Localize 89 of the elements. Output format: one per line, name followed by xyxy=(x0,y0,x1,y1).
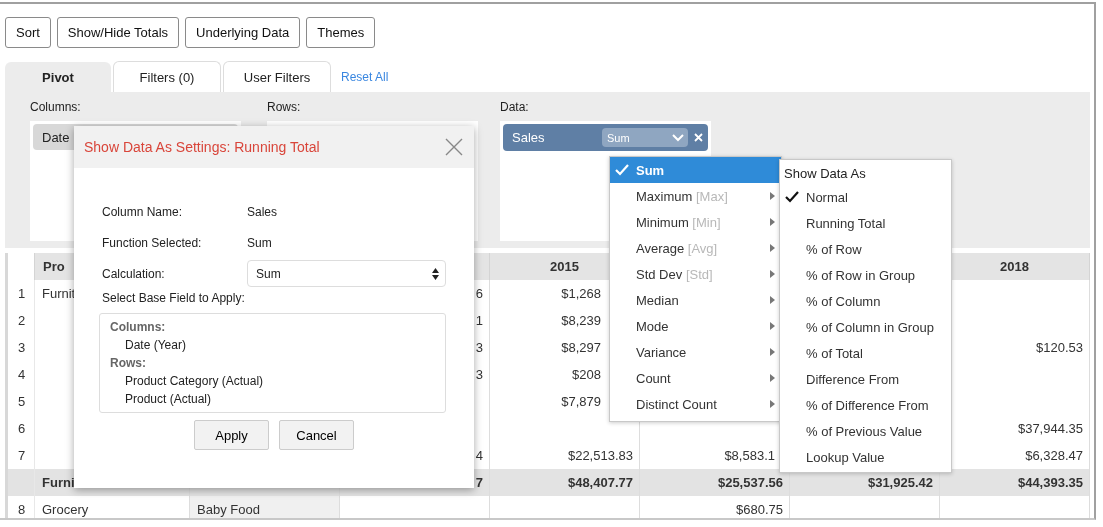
table-cell: $7,879 xyxy=(561,394,601,409)
chip-label: Sales xyxy=(512,130,546,145)
field-chip[interactable]: Sales Sum xyxy=(503,124,708,151)
menu-item[interactable]: % of Row in Group xyxy=(780,262,951,288)
table-cell: Furni xyxy=(42,475,75,490)
table-cell: Furnit xyxy=(42,286,76,301)
menu-item[interactable]: Std Dev [Std] xyxy=(610,261,781,287)
field-value: Sum xyxy=(247,235,273,250)
shelf-label: Rows: xyxy=(267,100,302,114)
table-cell: 3 xyxy=(475,340,483,355)
check-icon xyxy=(615,164,629,176)
menu-item[interactable]: Median xyxy=(610,287,781,313)
column-header: Pro xyxy=(43,259,65,274)
chevron-down-icon xyxy=(672,133,684,142)
table-cell: $22,513.83 xyxy=(567,448,633,463)
table-cell: $8,239 xyxy=(561,313,601,328)
field-label: Function Selected: xyxy=(102,235,203,250)
table-cell: $680.75 xyxy=(736,502,783,517)
table-cell: $1,268 xyxy=(561,286,601,301)
table-cell: 1 xyxy=(475,313,483,328)
calculation-select[interactable]: Sum xyxy=(247,260,446,287)
reset-link[interactable]: Reset All xyxy=(341,69,389,84)
menu-item[interactable]: Distinct Count xyxy=(610,391,781,417)
list-item[interactable]: Product Category (Actual) xyxy=(110,374,435,388)
dialog-button[interactable]: Apply xyxy=(194,420,269,450)
group-label: Columns: xyxy=(110,320,167,334)
table-cell: 6 xyxy=(475,286,483,301)
dialog-title: Show Data As Settings: Running Total xyxy=(84,139,320,155)
group-label: Rows: xyxy=(110,356,147,370)
toolbar-button[interactable]: Underlying Data xyxy=(185,17,301,48)
table-cell: $37,944.35 xyxy=(1017,421,1083,436)
menu-item[interactable]: Variance xyxy=(610,339,781,365)
tab[interactable]: User Filters xyxy=(223,61,331,92)
menu-item[interactable]: Count xyxy=(610,365,781,391)
menu-item[interactable]: Difference From xyxy=(780,366,951,392)
menu-item[interactable]: Lookup Value xyxy=(780,444,951,470)
row-number: 5 xyxy=(18,394,26,409)
field-label: Column Name: xyxy=(102,204,184,219)
row-number: 1 xyxy=(18,286,26,301)
row-number: 3 xyxy=(18,340,26,355)
menu-item[interactable]: % of Column in Group xyxy=(780,314,951,340)
row-number: 2 xyxy=(18,313,26,328)
row-number: 7 xyxy=(18,448,26,463)
column-header: 2018 xyxy=(1000,259,1029,274)
menu-item[interactable]: % of Previous Value xyxy=(780,418,951,444)
table-cell: $25,537.56 xyxy=(717,475,783,490)
list-item[interactable]: Date (Year) xyxy=(110,338,435,352)
table-cell: $8,297 xyxy=(561,340,601,355)
check-icon xyxy=(785,191,799,203)
list-item[interactable]: Product (Actual) xyxy=(110,392,435,406)
column-header: 2015 xyxy=(550,259,579,274)
table-cell: $44,393.35 xyxy=(1017,475,1083,490)
shelf-label: Columns: xyxy=(30,100,82,114)
tab[interactable]: Pivot xyxy=(5,62,111,92)
close-button[interactable] xyxy=(444,137,464,157)
menu-item[interactable]: % of Difference From xyxy=(780,392,951,418)
shelf-label: Data: xyxy=(500,100,530,114)
toolbar-button[interactable]: Sort xyxy=(5,17,51,48)
field-value: Sales xyxy=(247,204,279,219)
table-cell: $120.53 xyxy=(1036,340,1083,355)
row-number: 4 xyxy=(18,367,26,382)
menu-item[interactable]: Mode xyxy=(610,313,781,339)
menu-item[interactable]: % of Column xyxy=(780,288,951,314)
table-cell: Baby Food xyxy=(197,502,260,517)
table-cell: $208 xyxy=(572,367,601,382)
menu-item[interactable]: % of Row xyxy=(780,236,951,262)
toolbar-button[interactable]: Themes xyxy=(306,17,376,48)
dialog-button[interactable]: Cancel xyxy=(279,420,354,450)
table-cell: $31,925.42 xyxy=(867,475,933,490)
menu-title: Show Data As xyxy=(783,164,867,183)
row-number: 8 xyxy=(18,502,26,517)
row-number: 6 xyxy=(18,421,26,436)
table-cell: $6,328.47 xyxy=(1025,448,1083,463)
table-cell: Grocery xyxy=(42,502,89,517)
section-label: Select Base Field to Apply: xyxy=(102,291,246,305)
menu-item[interactable]: Sum xyxy=(610,157,781,183)
menu-item[interactable]: Normal xyxy=(780,184,951,210)
close-icon[interactable] xyxy=(694,133,703,142)
table-cell: 4 xyxy=(475,448,483,463)
up-down-icon xyxy=(432,267,439,280)
tab[interactable]: Filters (0) xyxy=(113,61,221,92)
table-cell: 3 xyxy=(475,367,483,382)
field-label: Calculation: xyxy=(102,266,166,281)
table-cell: $8,583.1 xyxy=(724,448,775,463)
table-cell: $48,407.77 xyxy=(567,475,633,490)
menu-item[interactable]: Running Total xyxy=(780,210,951,236)
toolbar-button[interactable]: Show/Hide Totals xyxy=(56,17,180,48)
menu-item[interactable]: % of Total xyxy=(780,340,951,366)
table-cell: 7 xyxy=(475,475,483,490)
